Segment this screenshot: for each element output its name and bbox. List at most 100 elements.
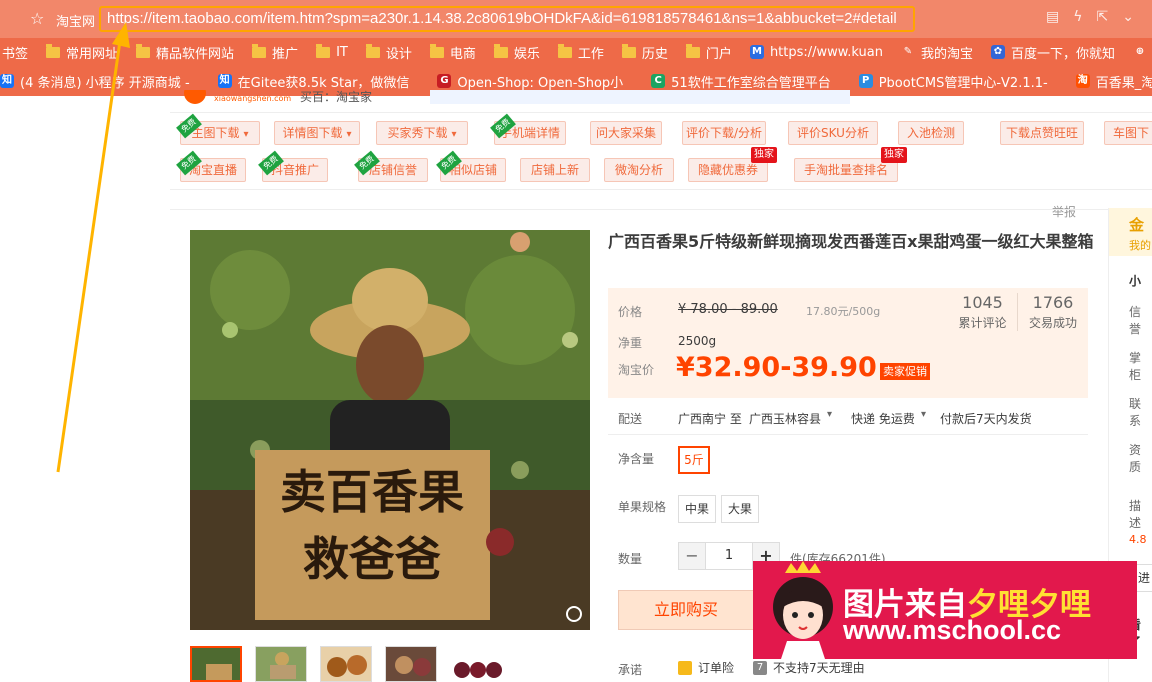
chevron-down-icon[interactable]: ⌄ [1122, 9, 1134, 25]
browser-tab[interactable]: G Open-Shop: Open-Shop小 [437, 72, 623, 91]
plugin-button[interactable]: 店铺信誉 免费 [354, 150, 428, 182]
reviews-stat[interactable]: 1045 累计评论 [948, 293, 1018, 331]
bookmark-label: 历史 [641, 46, 668, 62]
plugin-logo [184, 90, 206, 104]
quantity-label: 数量 [618, 552, 643, 566]
thumbnail[interactable] [385, 646, 437, 682]
plugin-button[interactable]: 详情图下载 [274, 121, 360, 145]
bookmark-item[interactable]: ✿ 百度一下，你就知 [990, 43, 1115, 62]
browser-tab[interactable]: P PbootCMS管理中心-V2.1.1- [858, 72, 1048, 91]
shop-credit: 信誉 [1129, 305, 1142, 336]
plugin-logo-text: 买百：淘宝家 [300, 90, 373, 104]
browser-tab[interactable]: 知在Gitee获8.5k Star，做微信 [217, 72, 410, 91]
plugin-button[interactable]: 店铺上新 [520, 158, 590, 182]
bookmark-item[interactable]: 精品软件网站 [136, 43, 234, 62]
thumbnail[interactable] [450, 646, 502, 682]
browser-tab[interactable]: 淘百香果_淘宝搜索 [1075, 72, 1152, 91]
shop-contact[interactable]: 联系 [1109, 383, 1152, 429]
tab-favicon: 知 [217, 74, 232, 88]
folder-icon [493, 43, 508, 58]
bookmark-star-icon[interactable]: ☆ [30, 9, 44, 28]
plugin-button[interactable]: 下载点赞旺旺 [1000, 121, 1084, 145]
lightning-icon[interactable]: ϟ [1073, 9, 1082, 25]
bookmark-item[interactable]: 娱乐 [493, 43, 540, 62]
bookmark-item[interactable]: 设计 [365, 43, 412, 62]
plugin-button[interactable]: 评价SKU分析 [788, 121, 878, 145]
bookmark-item[interactable]: 工作 [557, 43, 604, 62]
plugin-button[interactable]: 评价下载/分析 [682, 121, 766, 145]
bookmark-item[interactable]: 电商 [429, 43, 476, 62]
bookmark-item[interactable]: 书签 [2, 43, 28, 62]
plugin-button[interactable]: 手淘批量查排名 独家 [794, 147, 907, 182]
bookmark-item[interactable]: 历史 [621, 43, 668, 62]
sign-line2: 救爸爸 [303, 532, 441, 586]
site-name: 淘宝网 [56, 15, 96, 30]
promise-insurance-text: 订单险 [698, 661, 735, 675]
bookmark-item[interactable]: IT [316, 43, 348, 60]
promo-badge[interactable]: 卖家促销 [880, 363, 930, 380]
plugin-button[interactable]: 抖音推广 免费 [258, 150, 328, 182]
bookmark-item[interactable]: ⊕MeepoKey 1.8 - [1132, 45, 1152, 60]
weight-value: 2500g [678, 334, 717, 348]
tab-label: 百香果_淘宝搜索 [1095, 75, 1152, 91]
plugin-button[interactable]: 淘宝直播 免费 [176, 150, 246, 182]
option-spec-large[interactable]: 大果 [721, 495, 759, 523]
thumbnail[interactable] [190, 646, 242, 682]
tab-label: PbootCMS管理中心-V2.1.1- [878, 75, 1048, 91]
watermark-banner: 图片来自夕哩夕哩 www.mschool.cc [753, 561, 1137, 659]
plugin-button[interactable]: 入池检测 [898, 121, 964, 145]
tab-label: Open-Shop: Open-Shop小 [457, 75, 624, 91]
url-field[interactable]: https://item.taobao.com/item.htm?spm=a23… [99, 6, 915, 32]
plugin-button[interactable]: 车图下 [1104, 121, 1152, 145]
thumbnail-strip [190, 646, 502, 682]
plugin-logo-sub: xiaowangshen.com [214, 94, 292, 103]
shop-qualification[interactable]: 资质 [1109, 429, 1152, 475]
plugin-button-label: 手淘批量查排名 [803, 163, 888, 177]
plugin-button[interactable]: 手机端详情 免费 [490, 113, 566, 145]
share-icon[interactable]: ⇱ [1097, 9, 1109, 25]
chevron-down-icon[interactable]: ▾ [827, 409, 832, 420]
plugin-button-label: 店铺上新 [530, 163, 579, 177]
site-icon: M [749, 45, 764, 59]
option-net-content[interactable]: 5斤 [678, 446, 710, 474]
bookmark-item[interactable]: 门户 [685, 43, 732, 62]
bookmark-item[interactable]: 常用网址 [46, 43, 118, 62]
plugin-button-label: 店铺信誉 [368, 163, 417, 177]
folder-icon [685, 43, 700, 58]
bookmark-item[interactable]: 推广 [252, 43, 298, 62]
reader-icon[interactable]: ▤ [1046, 9, 1059, 25]
bookmark-label: https://www.kuan [769, 44, 883, 60]
thumbnail[interactable] [320, 646, 372, 682]
browser-tab[interactable]: 知 (4 条消息) 小程序 开源商城 - [0, 72, 190, 91]
bookmark-label: 精品软件网站 [156, 46, 235, 62]
thumbnail[interactable] [255, 646, 307, 682]
buy-now-button[interactable]: 立即购买 [618, 590, 754, 630]
plugin-button[interactable]: 微淘分析 [604, 158, 674, 182]
option-spec-medium[interactable]: 中果 [678, 495, 716, 523]
plugin-button[interactable]: 买家秀下载 [376, 121, 468, 145]
ship-method[interactable]: 快递 免运费 [851, 410, 915, 427]
product-main-image[interactable]: 卖百香果 救爸爸 [190, 230, 590, 630]
plugin-button[interactable]: 问大家采集 [590, 121, 662, 145]
plugin-button-label: 评价下载/分析 [685, 126, 763, 140]
shipping-label: 配送 [618, 412, 643, 426]
folder-icon [252, 43, 267, 58]
plugin-button[interactable]: 主图下载 免费 [176, 113, 260, 145]
ship-from: 广西南宁 至 [678, 412, 742, 426]
zoom-icon[interactable] [566, 606, 582, 622]
browser-tab[interactable]: C 51软件工作室综合管理平台 [651, 72, 831, 91]
tb-price: ¥32.90-39.90 [676, 352, 877, 383]
bookmark-item[interactable]: ✎ 我的淘宝 [900, 43, 973, 62]
ship-to[interactable]: 广西玉林容县 [749, 410, 821, 427]
quantity-input[interactable]: 1 [705, 542, 753, 570]
bookmark-label: 设计 [385, 46, 412, 62]
chevron-down-icon[interactable]: ▾ [921, 409, 926, 420]
bookmark-label: 百度一下，你就知 [1010, 46, 1115, 62]
bookmark-item[interactable]: Mhttps://www.kuan [749, 44, 883, 60]
quantity-decrease-button[interactable]: − [678, 542, 706, 570]
plugin-button[interactable]: 隐藏优惠券 独家 [688, 147, 777, 182]
tab-label: 在Gitee获8.5k Star，做微信 [237, 75, 410, 91]
report-link[interactable]: 举报 [1052, 203, 1076, 220]
shop-name[interactable]: 小 [1109, 256, 1152, 289]
plugin-button[interactable]: 相似店铺 免费 [436, 150, 506, 182]
